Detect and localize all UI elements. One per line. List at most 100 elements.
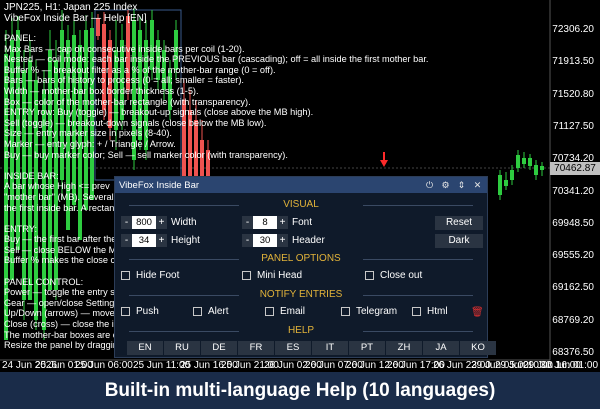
price-tick-label: 69555.20	[552, 250, 594, 262]
close-icon[interactable]: ✕	[471, 179, 484, 192]
reset-button[interactable]: Reset	[435, 216, 483, 230]
telegram-box[interactable]	[341, 307, 350, 316]
mini-head-label: Mini Head	[257, 270, 303, 281]
lang-button-de[interactable]: DE	[201, 341, 237, 355]
price-scale[interactable]: 72306.20 71913.50 71520.80 71127.50 70734.20…	[550, 0, 600, 360]
lang-button-zh[interactable]: ZH	[386, 341, 422, 355]
push-label: Push	[136, 306, 159, 317]
gear-icon[interactable]: ⚙	[439, 179, 452, 192]
alert-checkbox[interactable]: Alert	[193, 306, 229, 317]
html-checkbox[interactable]: Html	[412, 306, 448, 317]
push-box[interactable]	[121, 307, 130, 316]
width-value[interactable]: 800	[132, 216, 156, 229]
header-minus-button[interactable]: -	[242, 234, 253, 247]
panel-title: VibeFox Inside Bar	[119, 179, 200, 191]
help-line: Sell (toggle) — breakout-down signals (c…	[4, 117, 267, 128]
candle-body	[510, 170, 514, 180]
price-tick-label: 69948.50	[552, 217, 594, 229]
visual-section-title: VISUAL	[115, 199, 487, 210]
telegram-label: Telegram	[356, 306, 398, 317]
price-tick-label: 68769.20	[552, 314, 594, 326]
height-label: Height	[171, 235, 200, 246]
caption-text: Built-in multi-language Help (10 languag…	[104, 379, 496, 401]
font-plus-button[interactable]: +	[277, 216, 288, 229]
candle-body	[534, 165, 538, 175]
lang-button-es[interactable]: ES	[275, 341, 311, 355]
help-line	[4, 160, 428, 171]
lang-button-ru[interactable]: RU	[164, 341, 200, 355]
power-icon[interactable]: ⏻	[423, 179, 436, 192]
lang-button-fr[interactable]: FR	[238, 341, 274, 355]
width-minus-button[interactable]: -	[121, 216, 132, 229]
time-axis[interactable]: 24 Jun 2026 25 Jun 01:00 25 Jun 06:00 25 Ju…	[0, 360, 600, 372]
font-minus-button[interactable]: -	[242, 216, 253, 229]
width-stepper[interactable]: - 800 + Width	[121, 216, 197, 229]
help-line: Buy — buy marker color; Sell — sell mark…	[4, 149, 288, 160]
hide-foot-checkbox[interactable]: Hide Foot	[121, 270, 179, 281]
mini-head-checkbox[interactable]: Mini Head	[242, 270, 302, 281]
price-tick-label: 71520.80	[552, 88, 594, 100]
candle-body	[516, 155, 520, 168]
current-price-label: 70462.87	[550, 162, 600, 175]
candle-body	[504, 180, 508, 186]
price-tick-label: 68376.50	[552, 347, 594, 358]
notify-section-title: NOTIFY ENTRIES	[115, 289, 487, 300]
hide-foot-box[interactable]	[121, 271, 130, 280]
header-stepper[interactable]: - 30 + Header	[242, 234, 325, 247]
lang-button-pt[interactable]: PT	[349, 341, 385, 355]
help-line: PANEL:	[4, 33, 36, 43]
panel-header[interactable]: VibeFox Inside Bar ⏻ ⚙ ⇕ ✕	[115, 177, 487, 193]
help-line: Buffer % — breakout filter as a % of the…	[4, 64, 276, 75]
candle-body	[540, 166, 544, 170]
time-tick-label: 30 Jun 01:00	[540, 360, 598, 371]
help-line: Max Bars — cap on consecutive inside bar…	[4, 43, 245, 54]
lang-button-ja[interactable]: JA	[423, 341, 459, 355]
arrows-icon[interactable]: ⇕	[455, 179, 468, 192]
help-section-title: HELP	[115, 325, 487, 336]
lang-button-en[interactable]: EN	[127, 341, 163, 355]
height-minus-button[interactable]: -	[121, 234, 132, 247]
candle-body	[528, 158, 532, 166]
email-label: Email	[280, 306, 306, 317]
email-box[interactable]	[265, 307, 274, 316]
alert-label: Alert	[208, 306, 229, 317]
hide-foot-label: Hide Foot	[136, 270, 180, 281]
email-checkbox[interactable]: Email	[265, 306, 305, 317]
alert-box[interactable]	[193, 307, 202, 316]
height-plus-button[interactable]: +	[156, 234, 167, 247]
chart-title: JPN225, H1: Japan 225 Index VibeFox Insi…	[4, 2, 147, 24]
help-line: Size — entry marker size in pixels (8-40…	[4, 128, 172, 139]
header-label: Header	[292, 235, 325, 246]
help-line: Width — mother-bar box border thickness …	[4, 85, 199, 96]
time-tick-label: 25 Jun 06:00	[75, 360, 133, 371]
price-tick-label: 71913.50	[552, 56, 594, 68]
close-out-label: Close out	[380, 270, 423, 281]
close-out-box[interactable]	[365, 271, 374, 280]
push-checkbox[interactable]: Push	[121, 306, 159, 317]
candle-body	[498, 175, 502, 195]
html-label: Html	[427, 306, 448, 317]
mini-head-box[interactable]	[242, 271, 251, 280]
candle-body	[522, 158, 526, 164]
header-plus-button[interactable]: +	[277, 234, 288, 247]
close-out-checkbox[interactable]: Close out	[365, 270, 422, 281]
html-box[interactable]	[412, 307, 421, 316]
help-line: Marker — entry glyph: + / Triangle / Arr…	[4, 138, 176, 149]
width-plus-button[interactable]: +	[156, 216, 167, 229]
font-value[interactable]: 8	[253, 216, 277, 229]
theme-button[interactable]: Dark	[435, 234, 483, 248]
header-value[interactable]: 30	[253, 234, 277, 247]
price-tick-label: 72306.20	[552, 24, 594, 35]
price-tick-label: 70341.20	[552, 185, 594, 197]
symbol-line: JPN225, H1: Japan 225 Index	[4, 2, 138, 13]
telegram-checkbox[interactable]: Telegram	[341, 306, 397, 317]
height-stepper[interactable]: - 34 + Height	[121, 234, 200, 247]
price-tick-label: 71127.50	[553, 120, 594, 132]
height-value[interactable]: 34	[132, 234, 156, 247]
lang-button-it[interactable]: IT	[312, 341, 348, 355]
lang-button-ko[interactable]: KO	[460, 341, 496, 355]
trash-icon[interactable]: 🗑	[471, 307, 484, 318]
settings-panel[interactable]: VibeFox Inside Bar ⏻ ⚙ ⇕ ✕ VISUAL - 800 …	[114, 176, 496, 358]
help-line: Bars — bars of history to process (0 = a…	[4, 75, 244, 86]
font-stepper[interactable]: - 8 + Font	[242, 216, 312, 229]
